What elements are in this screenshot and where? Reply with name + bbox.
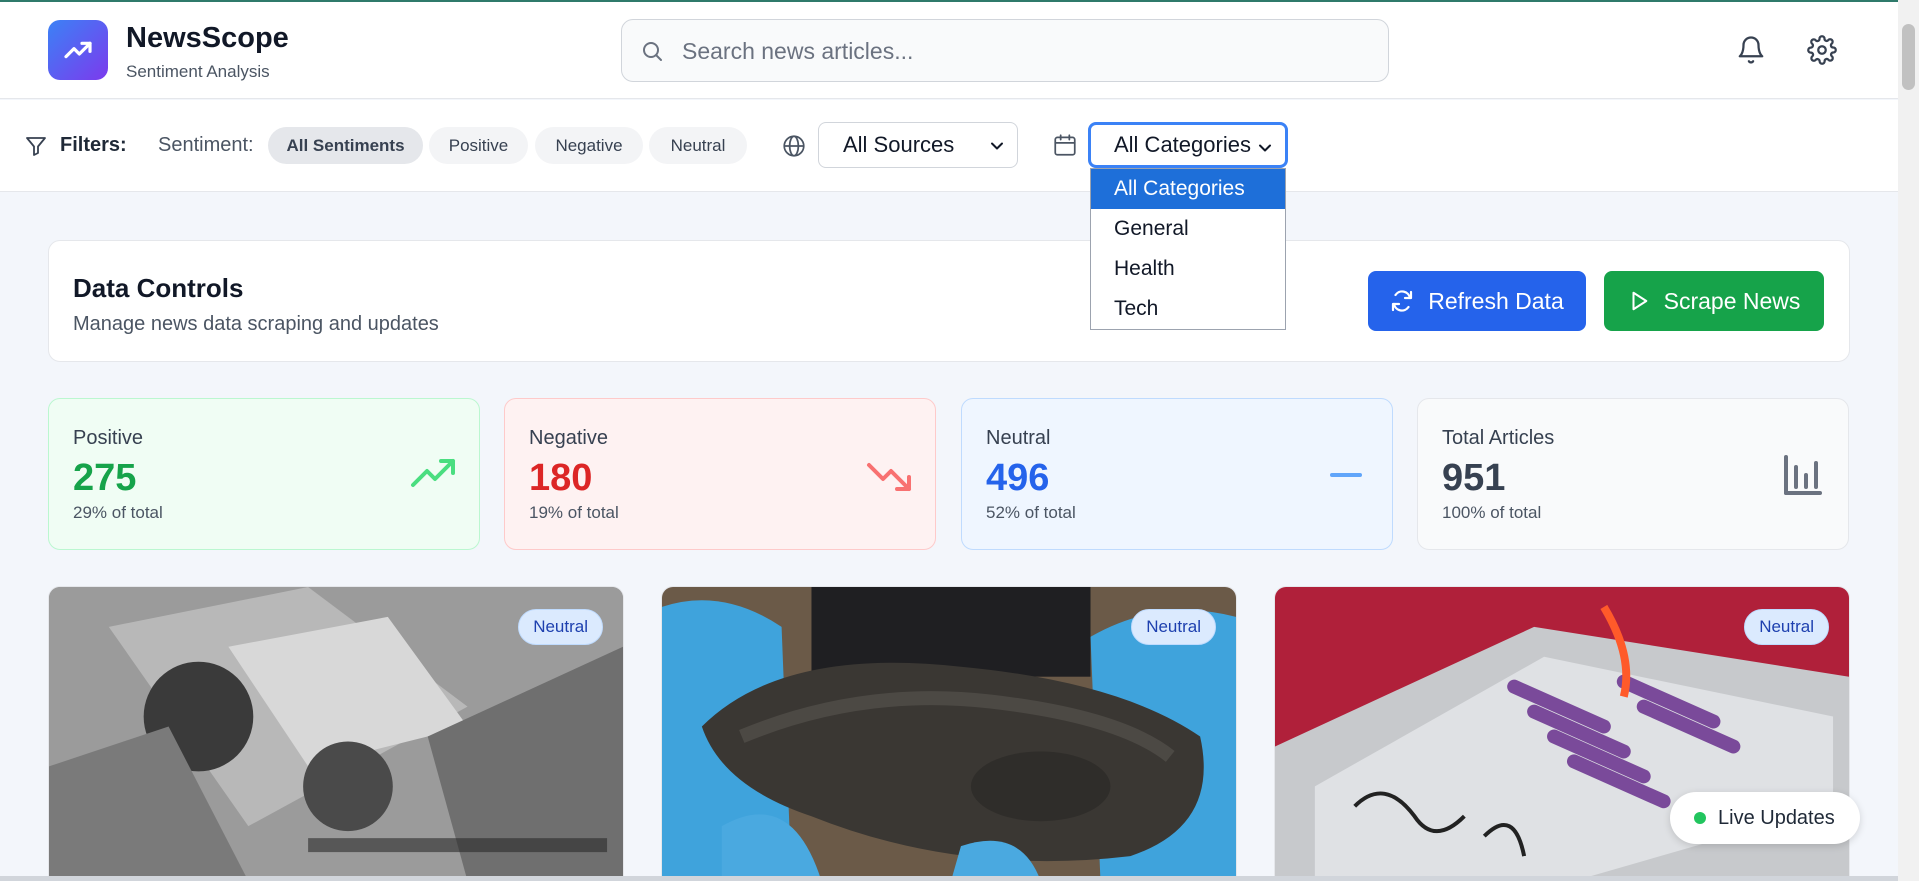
stat-percent: 29% of total (73, 503, 163, 522)
scrollbar-track[interactable] (1898, 0, 1919, 881)
app-title: NewsScope (126, 22, 289, 54)
chevron-down-icon (1259, 144, 1271, 152)
scrape-news-label: Scrape News (1663, 287, 1801, 314)
stat-value: 496 (986, 457, 1050, 499)
chip-neutral[interactable]: Neutral (649, 127, 747, 164)
app-subtitle: Sentiment Analysis (126, 62, 270, 81)
play-icon (1632, 291, 1647, 311)
stat-card-neutral: Neutral 496 52% of total (961, 398, 1393, 550)
trending-up-icon (64, 41, 92, 59)
filters-label: Filters: (60, 134, 127, 156)
app-header: NewsScope Sentiment Analysis (0, 2, 1898, 99)
sentiment-badge: Neutral (1131, 609, 1216, 645)
category-option-all[interactable]: All Categories (1091, 169, 1285, 209)
trending-up-icon (411, 459, 455, 487)
bell-icon (1738, 36, 1764, 64)
search-input[interactable] (682, 32, 1372, 70)
category-option-general[interactable]: General (1091, 209, 1285, 249)
trending-down-icon (867, 463, 911, 491)
category-option-tech[interactable]: Tech (1091, 289, 1285, 329)
live-updates-indicator[interactable]: Live Updates (1670, 792, 1860, 844)
stat-value: 951 (1442, 457, 1506, 499)
live-updates-label: Live Updates (1718, 806, 1835, 829)
minus-icon (1330, 473, 1362, 477)
refresh-icon (1392, 290, 1413, 312)
stat-label: Neutral (986, 427, 1051, 449)
chip-all-sentiments[interactable]: All Sentiments (268, 127, 423, 164)
sentiment-label: Sentiment: (158, 134, 254, 156)
source-select[interactable]: All Sources (818, 122, 1018, 168)
stat-card-positive: Positive 275 29% of total (48, 398, 480, 550)
data-controls-title: Data Controls (73, 273, 244, 303)
sentiment-badge: Neutral (1744, 609, 1829, 645)
filter-bar: Filters: Sentiment: All Sentiments Posit… (0, 100, 1898, 192)
stat-percent: 52% of total (986, 503, 1076, 522)
globe-icon (783, 135, 805, 157)
chip-negative[interactable]: Negative (535, 127, 643, 164)
stat-label: Positive (73, 427, 144, 449)
stat-percent: 19% of total (529, 503, 619, 522)
notifications-button[interactable] (1731, 30, 1771, 70)
scrollbar-thumb[interactable] (1902, 24, 1915, 90)
category-option-health[interactable]: Health (1091, 249, 1285, 289)
chip-positive[interactable]: Positive (429, 127, 528, 164)
window-bottom-border (0, 876, 1898, 881)
search-icon (643, 42, 662, 61)
stat-label: Negative (529, 427, 608, 449)
article-card[interactable]: Neutral (661, 586, 1237, 881)
scrape-news-button[interactable]: Scrape News (1604, 271, 1824, 331)
data-controls-card: Data Controls Manage news data scraping … (48, 240, 1850, 362)
refresh-data-button[interactable]: Refresh Data (1368, 271, 1586, 331)
stat-card-total: Total Articles 951 100% of total (1417, 398, 1849, 550)
stat-value: 275 (73, 457, 137, 499)
refresh-data-label: Refresh Data (1428, 287, 1564, 314)
data-controls-description: Manage news data scraping and updates (73, 313, 439, 335)
logo[interactable] (48, 20, 108, 80)
search-bar (621, 19, 1389, 82)
bar-chart-icon (1784, 455, 1822, 495)
category-select[interactable]: All Categories (1088, 122, 1288, 168)
filter-icon (26, 137, 46, 156)
stat-label: Total Articles (1442, 427, 1555, 449)
calendar-icon (1054, 134, 1076, 156)
stat-percent: 100% of total (1442, 503, 1542, 522)
gear-icon (1807, 35, 1837, 65)
sentiment-badge: Neutral (518, 609, 603, 645)
source-select-value: All Sources (843, 132, 955, 157)
settings-button[interactable] (1802, 30, 1842, 70)
article-card[interactable]: Neutral (48, 586, 624, 881)
chevron-down-icon (991, 142, 1003, 150)
stat-value: 180 (529, 457, 593, 499)
live-status-dot (1694, 812, 1706, 824)
category-dropdown: All Categories General Health Tech (1090, 168, 1286, 330)
category-select-value: All Categories (1114, 132, 1251, 157)
stat-card-negative: Negative 180 19% of total (504, 398, 936, 550)
